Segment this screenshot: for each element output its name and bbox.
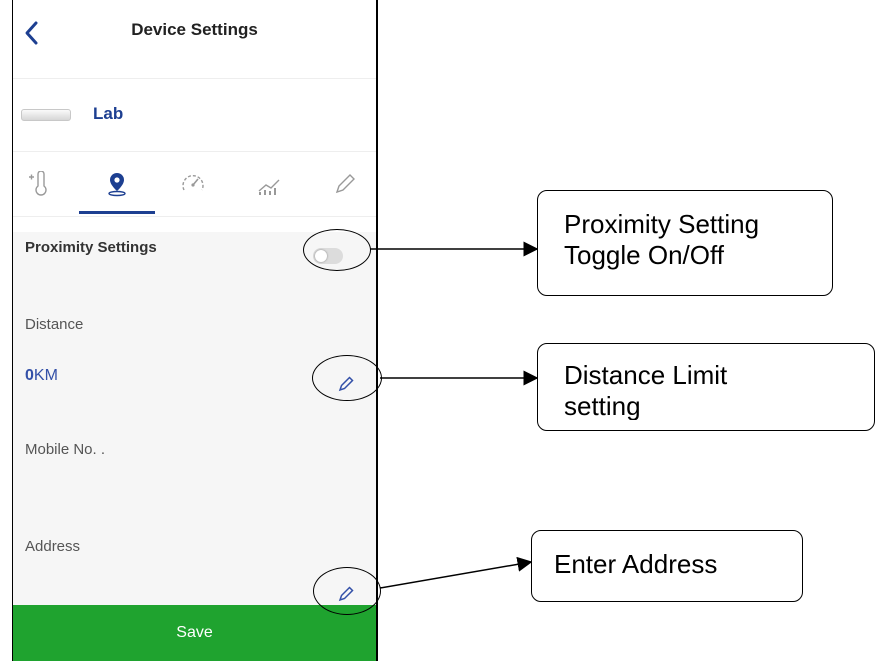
distance-callout-text: Distance Limit setting: [564, 360, 874, 420]
address-callout-text: Enter Address: [554, 549, 718, 579]
toggle-callout-line1: Proximity Setting: [564, 209, 760, 239]
toggle-callout: Proximity Setting Toggle On/Off: [537, 190, 833, 296]
distance-callout: Distance Limit setting: [537, 343, 875, 431]
distance-callout-line1: Distance Limit: [564, 360, 728, 390]
toggle-callout-line2: Toggle On/Off: [564, 240, 724, 270]
distance-callout-line2: setting: [564, 391, 641, 420]
address-callout: Enter Address: [531, 530, 803, 602]
